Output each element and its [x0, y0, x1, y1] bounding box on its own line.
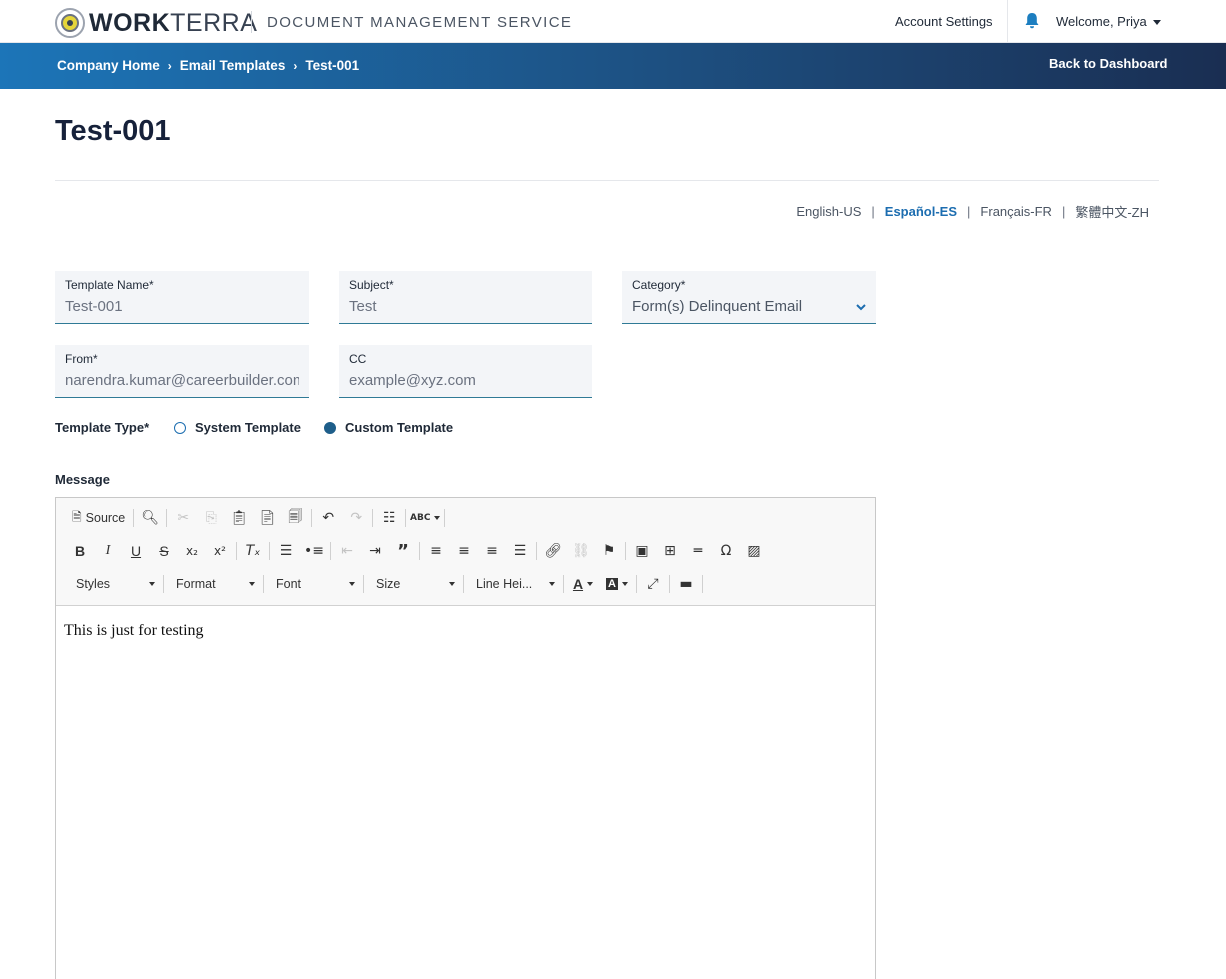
template-type-label: Template Type* — [55, 420, 150, 435]
blockquote-icon[interactable]: ” — [389, 539, 417, 563]
custom-template-label: Custom Template — [345, 420, 454, 435]
redo-icon[interactable]: ↷ — [342, 506, 370, 530]
cc-field: CC — [339, 345, 592, 398]
source-icon: 🗎 — [72, 509, 82, 524]
underline-icon[interactable]: U — [122, 539, 150, 563]
copy-icon[interactable]: ⎘ — [197, 506, 225, 530]
font-dropdown[interactable]: Font — [266, 572, 361, 596]
from-label: From* — [65, 352, 98, 366]
paste-text-icon[interactable]: 📄︎ — [253, 506, 281, 530]
line-height-dropdown[interactable]: Line Hei... — [466, 572, 561, 596]
category-select[interactable]: Category* Form(s) Delinquent Email — [622, 271, 876, 324]
show-blocks-icon[interactable]: ▬ — [672, 572, 700, 596]
logo-icon — [55, 8, 85, 38]
strikethrough-icon[interactable]: S — [150, 539, 178, 563]
paste-word-icon[interactable]: 🗐 — [281, 506, 309, 530]
logo-text: WORKTERRA — [89, 8, 258, 37]
preview-icon[interactable]: 🔍︎ — [136, 506, 164, 530]
subject-field: Subject* — [339, 271, 592, 324]
message-label: Message — [55, 472, 110, 487]
numbered-list-icon[interactable]: ☰ — [272, 539, 300, 563]
from-field: From* — [55, 345, 309, 398]
service-name: DOCUMENT MANAGEMENT SERVICE — [267, 14, 573, 31]
breadcrumb-email-templates[interactable]: Email Templates — [180, 58, 286, 73]
superscript-icon[interactable]: x² — [206, 539, 234, 563]
lang-spanish[interactable]: Español-ES — [885, 204, 957, 219]
maximize-icon[interactable]: ⤢ — [639, 572, 667, 596]
chevron-right-icon: › — [293, 58, 298, 73]
subject-input[interactable] — [349, 298, 582, 315]
category-value: Form(s) Delinquent Email — [632, 298, 803, 315]
template-name-input[interactable] — [65, 298, 299, 315]
background-color-icon[interactable]: A — [600, 572, 634, 596]
radio-unchecked-icon — [174, 421, 186, 434]
paste-icon[interactable]: 📋︎ — [225, 506, 253, 530]
custom-template-radio[interactable]: Custom Template — [324, 420, 453, 435]
flash-icon[interactable]: ▣ — [628, 539, 656, 563]
breadcrumb-current: Test-001 — [305, 58, 360, 73]
special-char-icon[interactable]: Ω — [712, 539, 740, 563]
chevron-right-icon: › — [167, 58, 172, 73]
system-template-radio[interactable]: System Template — [174, 420, 301, 435]
select-all-icon[interactable]: ☷ — [375, 506, 403, 530]
header-divider — [1007, 0, 1008, 43]
template-name-label: Template Name* — [65, 278, 154, 292]
back-to-dashboard-link[interactable]: Back to Dashboard — [1049, 56, 1167, 71]
horizontal-rule-icon[interactable]: ═ — [684, 539, 712, 563]
from-input[interactable] — [65, 372, 299, 389]
align-justify-icon[interactable]: ☰ — [506, 539, 534, 563]
template-name-field: Template Name* — [55, 271, 309, 324]
table-icon[interactable]: ⊞ — [656, 539, 684, 563]
user-menu[interactable]: Welcome, Priya — [1056, 14, 1161, 29]
caret-down-icon — [1152, 20, 1161, 26]
breadcrumb-company-home[interactable]: Company Home — [57, 58, 160, 73]
editor-content[interactable]: This is just for testing — [64, 622, 204, 640]
breadcrumb: Company Home › Email Templates › Test-00… — [57, 58, 359, 73]
welcome-text: Welcome, Priya — [1056, 14, 1147, 29]
message-editor: 🗎 Source 🔍︎ ✂ ⎘ 📋︎ 📄︎ 🗐 ↶ ↷ ☷ ABC B I U S… — [55, 497, 876, 979]
subject-label: Subject* — [349, 278, 394, 292]
lang-english[interactable]: English-US — [796, 204, 861, 219]
page-title: Test-001 — [55, 115, 171, 147]
indent-icon[interactable]: ⇥ — [361, 539, 389, 563]
lang-french[interactable]: Français-FR — [980, 204, 1052, 219]
format-dropdown[interactable]: Format — [166, 572, 261, 596]
styles-dropdown[interactable]: Styles — [66, 572, 161, 596]
divider — [55, 180, 1159, 181]
top-header: WORKTERRA DOCUMENT MANAGEMENT SERVICE Ac… — [0, 0, 1226, 43]
align-right-icon[interactable]: ≡ — [478, 539, 506, 563]
size-dropdown[interactable]: Size — [366, 572, 461, 596]
logo-divider — [251, 11, 252, 33]
radio-checked-icon — [324, 421, 336, 434]
align-left-icon[interactable]: ≡ — [422, 539, 450, 563]
subscript-icon[interactable]: x₂ — [178, 539, 206, 563]
image-icon[interactable]: ▨ — [740, 539, 768, 563]
italic-icon[interactable]: I — [94, 539, 122, 563]
outdent-icon[interactable]: ⇤ — [333, 539, 361, 563]
workterra-logo[interactable]: WORKTERRA — [55, 8, 257, 38]
align-center-icon[interactable]: ≡ — [450, 539, 478, 563]
unlink-icon[interactable]: ⛓ — [567, 539, 595, 563]
chevron-down-icon — [856, 304, 866, 311]
anchor-flag-icon[interactable]: ⚑ — [595, 539, 623, 563]
lang-chinese[interactable]: 繁體中文-ZH — [1075, 202, 1149, 221]
text-color-icon[interactable]: A — [566, 572, 600, 596]
system-template-label: System Template — [195, 420, 301, 435]
breadcrumb-bar: Company Home › Email Templates › Test-00… — [0, 43, 1226, 89]
category-label: Category* — [632, 278, 686, 292]
cc-label: CC — [349, 352, 367, 366]
editor-toolbar: 🗎 Source 🔍︎ ✂ ⎘ 📋︎ 📄︎ 🗐 ↶ ↷ ☷ ABC B I U S… — [56, 498, 875, 606]
bulleted-list-icon[interactable]: •≡ — [300, 539, 328, 563]
source-button[interactable]: 🗎 Source — [66, 506, 131, 530]
undo-icon[interactable]: ↶ — [314, 506, 342, 530]
bold-icon[interactable]: B — [66, 539, 94, 563]
spellcheck-icon[interactable]: ABC — [408, 506, 442, 530]
account-settings-link[interactable]: Account Settings — [895, 14, 993, 29]
cc-input[interactable] — [349, 372, 582, 389]
link-icon[interactable]: 🔗︎ — [539, 539, 567, 563]
language-switcher: English-US | Español-ES | Français-FR | … — [796, 202, 1149, 221]
bell-icon[interactable] — [1024, 12, 1040, 30]
cut-icon[interactable]: ✂ — [169, 506, 197, 530]
remove-format-icon[interactable]: Tₓ — [239, 539, 267, 563]
